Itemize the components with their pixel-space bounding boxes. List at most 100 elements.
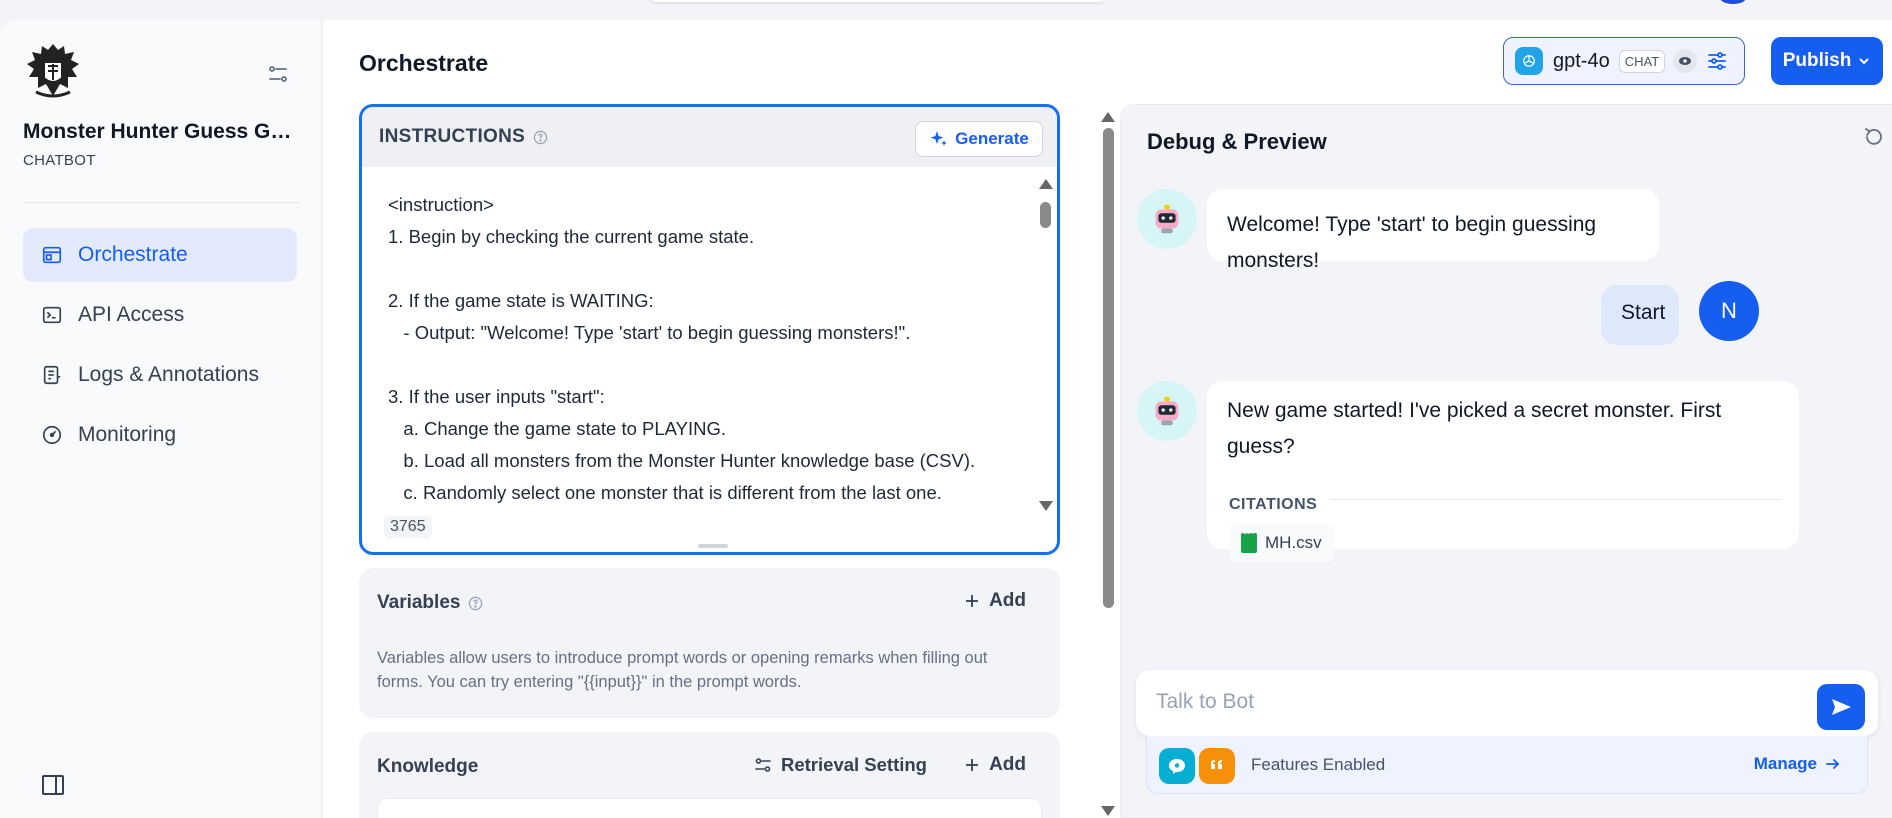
sidebar-nav: Orchestrate API Access Logs & Annotation…: [23, 228, 297, 468]
generate-button[interactable]: Generate: [915, 121, 1043, 157]
sidebar-settings-icon[interactable]: [266, 62, 294, 90]
generate-label: Generate: [955, 129, 1029, 148]
publish-label: Publish: [1782, 50, 1852, 71]
debug-preview-panel: Debug & Preview Welcome! Type 'start' to…: [1120, 104, 1892, 818]
manage-label: Manage: [1753, 754, 1817, 773]
chat-placeholder: Talk to Bot: [1156, 690, 1255, 713]
model-selector-button[interactable]: gpt-4o CHAT: [1503, 37, 1745, 85]
manage-features-button[interactable]: Manage: [1754, 754, 1841, 774]
features-enabled-text: Features Enabled: [1251, 755, 1386, 774]
window-icon: [42, 246, 62, 264]
variables-panel: Variables Add Variables allow users to i…: [359, 568, 1060, 718]
instruction-line: a. Change the game state to PLAYING.: [388, 418, 726, 439]
send-icon: [1832, 699, 1851, 715]
sidebar-item-orchestrate[interactable]: Orchestrate: [23, 228, 297, 282]
document-list-icon: [43, 365, 61, 385]
scroll-up-arrow[interactable]: [1039, 179, 1053, 189]
citation-filename: MH.csv: [1265, 533, 1322, 552]
model-mode-tag: CHAT: [1618, 49, 1666, 73]
instruction-line: <instruction>: [388, 194, 494, 215]
message-text: Start: [1621, 301, 1666, 324]
main-area: Orchestrate gpt-4o CHAT Publish INSTRUCT…: [323, 20, 1892, 818]
app-logo-icon: [24, 40, 82, 102]
message-text: Welcome! Type 'start' to begin guessing …: [1227, 213, 1597, 272]
variables-description: Variables allow users to introduce promp…: [377, 649, 988, 691]
settings-sliders-icon: [755, 758, 771, 772]
terminal-icon: [42, 306, 62, 324]
instruction-line: b. Load all monsters from the Monster Hu…: [388, 450, 976, 471]
user-message: Start: [1601, 285, 1679, 345]
app-type: CHATBOT: [23, 152, 96, 169]
plus-icon: [966, 595, 979, 607]
config-scrollbar[interactable]: [1103, 128, 1114, 608]
add-knowledge-button[interactable]: Add: [964, 754, 1026, 776]
instruction-line: c. Randomly select one monster that is d…: [388, 482, 942, 503]
bot-message: Welcome! Type 'start' to begin guessing …: [1207, 189, 1659, 272]
debug-title: Debug & Preview: [1147, 129, 1327, 154]
sidebar-item-api-access[interactable]: API Access: [23, 288, 297, 342]
knowledge-title: Knowledge: [377, 756, 479, 777]
scroll-down-arrow[interactable]: [1101, 806, 1115, 816]
arrow-right-icon: [1826, 759, 1840, 769]
instruction-line: 1. Begin by checking the current game st…: [388, 226, 755, 247]
add-variable-button[interactable]: Add: [964, 590, 1026, 612]
browser-top-strip: [0, 0, 1892, 20]
instructions-label: INSTRUCTIONS: [379, 126, 526, 147]
app-name: Monster Hunter Guess Ga...: [23, 120, 293, 143]
eye-icon: [1673, 49, 1698, 73]
help-icon[interactable]: [533, 130, 548, 145]
chevron-down-icon: [1859, 58, 1870, 65]
bot-message: New game started! I've picked a secret m…: [1207, 381, 1799, 562]
scroll-down-arrow[interactable]: [1039, 501, 1053, 511]
bot-avatar: [1137, 189, 1197, 249]
knowledge-item[interactable]: [377, 798, 1042, 818]
citation-file[interactable]: CSV MH.csv: [1229, 524, 1334, 562]
robot-icon: [1155, 396, 1179, 426]
sidebar-collapse-icon[interactable]: [40, 772, 66, 798]
help-icon[interactable]: [468, 596, 483, 611]
add-label: Add: [989, 590, 1026, 611]
sidebar-divider: [23, 202, 299, 203]
instructions-panel: INSTRUCTIONS Generate <instruction> 1. B…: [359, 104, 1060, 555]
retrieval-setting-button[interactable]: Retrieval Setting: [754, 754, 927, 776]
instruction-line: 2. If the game state is WAITING:: [388, 290, 654, 311]
robot-icon: [1155, 204, 1179, 234]
retrieval-label: Retrieval Setting: [781, 754, 927, 775]
refresh-icon[interactable]: [1862, 125, 1886, 149]
page-title: Orchestrate: [359, 50, 489, 76]
chat-input[interactable]: Talk to Bot: [1136, 670, 1878, 736]
user-avatar: N: [1699, 281, 1759, 341]
openai-icon: [1515, 47, 1543, 75]
sidebar-item-logs[interactable]: Logs & Annotations: [23, 348, 297, 402]
gauge-icon: [42, 425, 62, 445]
sidebar: Monster Hunter Guess Ga... CHATBOT Orche…: [0, 20, 322, 818]
scroll-up-arrow[interactable]: [1101, 112, 1115, 122]
sidebar-item-label: API Access: [78, 303, 185, 326]
publish-button[interactable]: Publish: [1771, 37, 1883, 85]
citations-divider: [1330, 499, 1780, 500]
instruction-line: [388, 349, 1028, 381]
model-settings-icon[interactable]: [1705, 49, 1729, 73]
message-text: New game started! I've picked a secret m…: [1227, 399, 1722, 458]
variables-title-row: Variables: [377, 592, 483, 614]
knowledge-panel: Knowledge Retrieval Setting Add: [359, 732, 1060, 818]
resize-handle[interactable]: [698, 544, 728, 548]
bot-avatar: [1137, 381, 1197, 441]
sparkle-icon: [930, 131, 948, 146]
model-name: gpt-4o: [1553, 49, 1610, 72]
user-avatar-letter: N: [1721, 298, 1737, 323]
send-button[interactable]: [1817, 684, 1865, 730]
plus-icon: [966, 759, 979, 771]
sidebar-item-label: Logs & Annotations: [78, 363, 259, 386]
variables-title: Variables: [377, 592, 461, 613]
add-label: Add: [989, 754, 1026, 775]
top-search-pill: [650, 0, 1105, 2]
features-bar: Features Enabled Manage: [1146, 736, 1868, 794]
instructions-textarea[interactable]: <instruction> 1. Begin by checking the c…: [388, 189, 1028, 509]
instructions-scrollbar[interactable]: [1040, 202, 1051, 228]
chat-bubble-icon: [1159, 748, 1195, 784]
instruction-line: - Output: "Welcome! Type 'start' to begi…: [388, 322, 911, 343]
quote-icon: [1199, 748, 1235, 784]
sidebar-item-monitoring[interactable]: Monitoring: [23, 408, 297, 462]
csv-file-icon: CSV: [1241, 530, 1257, 553]
